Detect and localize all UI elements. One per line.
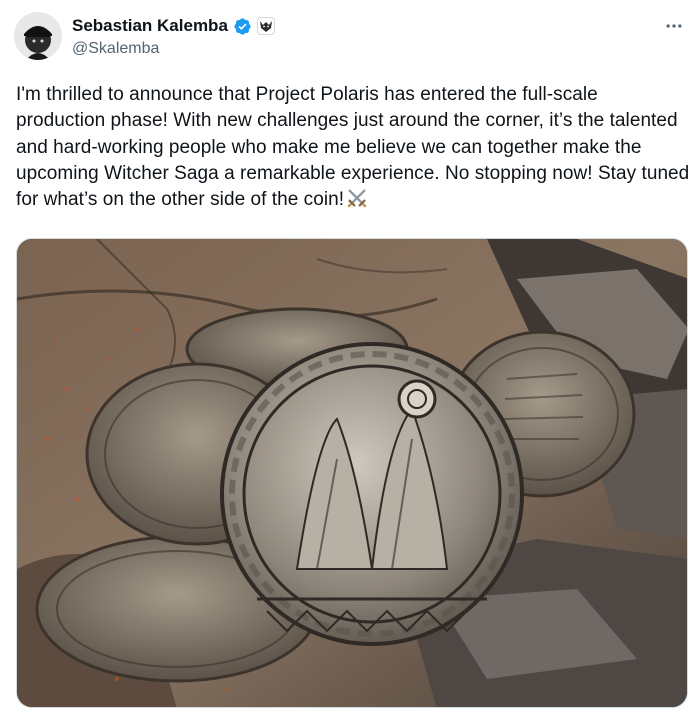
verified-badge-icon bbox=[234, 17, 251, 35]
author-display-name[interactable]: Sebastian Kalemba bbox=[72, 16, 228, 36]
wolf-badge-icon bbox=[256, 17, 275, 35]
author-name-line: Sebastian Kalemba bbox=[72, 16, 275, 36]
more-options-icon bbox=[666, 24, 682, 28]
author-handle[interactable]: @Skalemba bbox=[72, 40, 159, 58]
more-options-button[interactable] bbox=[662, 14, 686, 38]
post-text-container: I'm thrilled to announce that Project Po… bbox=[16, 82, 692, 213]
witcher-coins-photo bbox=[17, 239, 687, 707]
user-avatar-icon bbox=[14, 12, 62, 60]
crossed-swords-icon bbox=[347, 189, 367, 208]
author-avatar[interactable] bbox=[14, 12, 62, 60]
post-image[interactable] bbox=[16, 238, 688, 708]
post-header: Sebastian Kalemba @Skalemba bbox=[14, 12, 690, 62]
